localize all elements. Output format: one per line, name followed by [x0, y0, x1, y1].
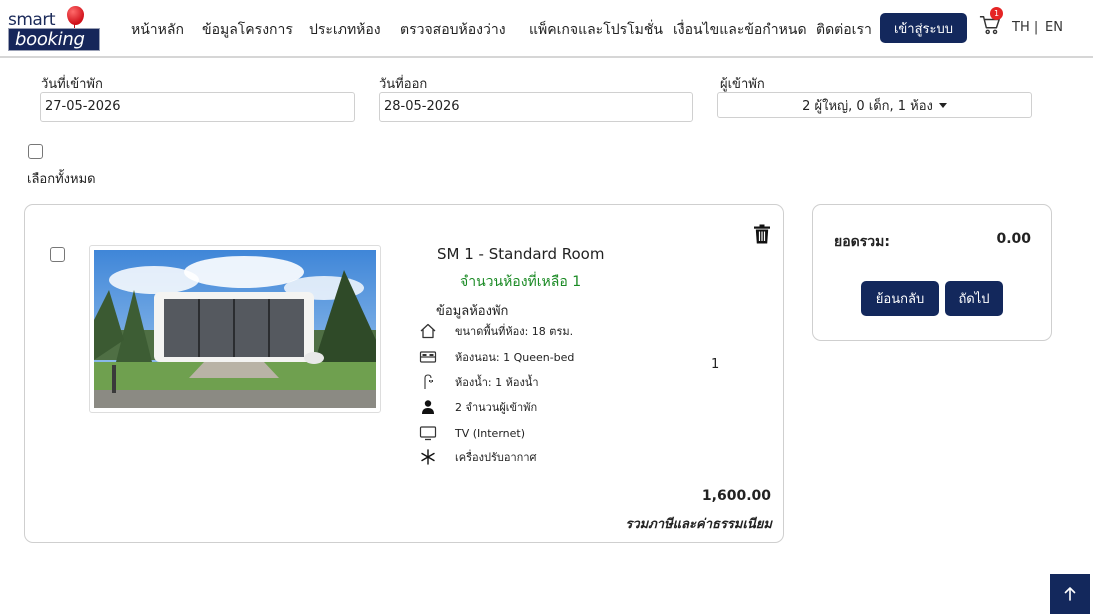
room-title: SM 1 - Standard Room [437, 245, 605, 263]
guests-value: 2 ผู้ใหญ่, 0 เด็ก, 1 ห้อง [802, 98, 933, 114]
nav-room-types[interactable]: ประเภทห้อง [309, 19, 381, 41]
lang-th-link[interactable]: TH | [1012, 20, 1038, 35]
logo-box: booking [8, 28, 100, 51]
trash-icon[interactable] [753, 224, 771, 244]
smart-booking-logo[interactable]: smart booking [8, 6, 100, 52]
checkin-date-input[interactable]: 27-05-2026 [40, 92, 355, 122]
summary-card [812, 204, 1052, 341]
next-button[interactable]: ถัดไป [945, 281, 1003, 316]
select-all-label: เลือกทั้งหมด [27, 172, 96, 187]
logo-text-bottom: booking [15, 29, 85, 50]
amenity-guests-text: 2 จำนวนผู้เข้าพัก [455, 401, 538, 414]
person-icon [422, 400, 434, 414]
amenity-tv: TV (Internet) [419, 424, 525, 442]
back-button[interactable]: ย้อนกลับ [861, 281, 939, 316]
nav-packages-promotions[interactable]: แพ็คเกจและโปรโมชั่น [529, 19, 663, 41]
amenity-guests: 2 จำนวนผู้เข้าพัก [419, 398, 537, 416]
top-navbar: smart booking หน้าหลัก ข้อมูลโครงการ ประ… [0, 0, 1093, 58]
bed-icon [419, 351, 437, 363]
cart-count-badge: 1 [990, 7, 1003, 20]
guests-label: ผู้เข้าพัก [720, 77, 765, 92]
select-all-checkbox[interactable] [28, 144, 43, 159]
total-value: 0.00 [996, 231, 1031, 247]
amenity-bedroom: ห้องนอน: 1 Queen-bed [419, 348, 574, 366]
house-icon [420, 323, 436, 339]
nav-home[interactable]: หน้าหลัก [131, 19, 184, 41]
lang-en-link[interactable]: EN [1045, 20, 1063, 35]
nav-project-info[interactable]: ข้อมูลโครงการ [202, 19, 293, 41]
balloon-icon [67, 6, 84, 25]
amenity-bedroom-text: ห้องนอน: 1 Queen-bed [455, 351, 575, 364]
amenity-aircon-text: เครื่องปรับอากาศ [455, 451, 537, 464]
amenity-bathroom-text: ห้องน้ำ: 1 ห้องน้ำ [455, 376, 539, 389]
amenity-area-text: ขนาดพื้นที่ห้อง: 18 ตรม. [455, 325, 574, 338]
arrow-up-icon [1064, 587, 1076, 601]
checkout-date-input[interactable]: 28-05-2026 [379, 92, 693, 122]
checkin-label: วันที่เข้าพัก [41, 77, 103, 92]
room-price: 1,600.00 [701, 488, 771, 504]
room-info-heading: ข้อมูลห้องพัก [436, 304, 509, 319]
nav-contact-us[interactable]: ติดต่อเรา [816, 19, 872, 41]
amenity-tv-text: TV (Internet) [455, 426, 526, 440]
caret-down-icon [938, 102, 947, 108]
login-button[interactable]: เข้าสู่ระบบ [880, 13, 967, 43]
room-quantity[interactable]: 1 [711, 357, 719, 372]
guests-dropdown[interactable]: 2 ผู้ใหญ่, 0 เด็ก, 1 ห้อง [717, 92, 1032, 118]
room-photo-image [94, 250, 376, 408]
room-photo[interactable] [89, 245, 381, 413]
amenity-area: ขนาดพื้นที่ห้อง: 18 ตรม. [419, 322, 573, 340]
tv-icon [419, 426, 437, 441]
snowflake-icon [421, 449, 435, 465]
total-label: ยอดรวม: [834, 234, 890, 250]
room-select-checkbox[interactable] [50, 247, 65, 262]
price-note: รวมภาษีและค่าธรรมเนียม [625, 517, 772, 532]
checkout-label: วันที่ออก [379, 77, 428, 92]
amenity-aircon: เครื่องปรับอากาศ [419, 448, 536, 466]
amenity-bathroom: ห้องน้ำ: 1 ห้องน้ำ [419, 373, 539, 391]
nav-terms-conditions[interactable]: เงื่อนไขและข้อกำหนด [673, 19, 807, 41]
shower-icon [424, 374, 433, 389]
rooms-remaining: จำนวนห้องที่เหลือ 1 [460, 274, 582, 290]
logo-text-top: smart [8, 10, 56, 30]
scroll-to-top-button[interactable] [1050, 574, 1090, 614]
nav-check-availability[interactable]: ตรวจสอบห้องว่าง [400, 19, 506, 41]
